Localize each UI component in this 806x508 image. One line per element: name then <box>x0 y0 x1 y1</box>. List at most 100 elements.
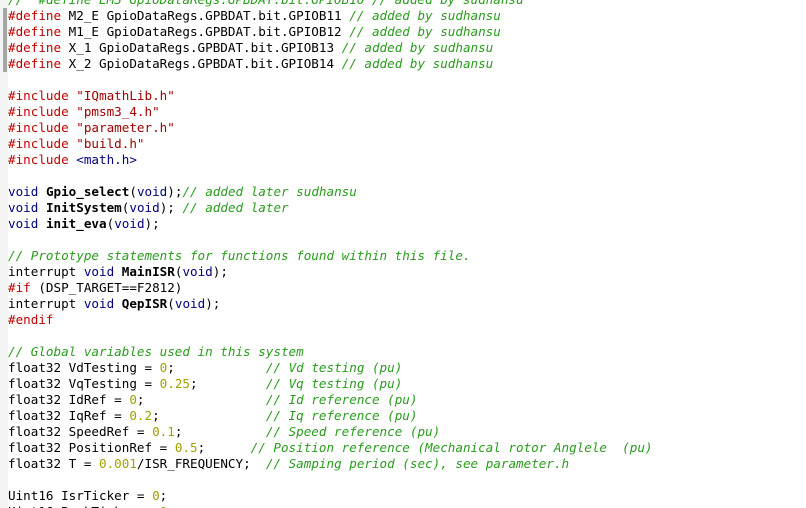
code-token: // Global variables used in this system <box>8 344 304 359</box>
code-token: // added by sudhansu <box>341 40 494 55</box>
code-token: ); <box>205 296 221 311</box>
code-token: float32 VdTesting = <box>8 360 160 375</box>
code-token: // Id reference (pu) <box>265 392 418 407</box>
line-change-marker <box>3 8 7 24</box>
code-token: float32 IqRef = <box>8 408 130 423</box>
code-token: #include <box>8 136 69 151</box>
code-token: ; <box>136 392 266 407</box>
code-token: // added later sudhansu <box>182 184 357 199</box>
code-line[interactable]: #define X_2 GpioDataRegs.GPBDAT.bit.GPIO… <box>8 56 493 72</box>
code-line[interactable]: Uint16 IsrTicker = 0; <box>8 488 167 504</box>
code-line[interactable]: #endif <box>8 312 54 328</box>
code-token: M1_E GpioDataRegs.GPBDAT.bit.GPIOB12 <box>61 24 350 39</box>
code-token: init_eva <box>45 216 107 231</box>
code-line[interactable]: // Global variables used in this system <box>8 344 304 360</box>
code-token: "pmsm3_4.h" <box>76 104 160 119</box>
code-token: #include <box>8 88 69 103</box>
code-token: InitSystem <box>45 200 122 215</box>
code-token: #include <box>8 120 69 135</box>
code-line[interactable]: float32 IdRef = 0; // Id reference (pu) <box>8 392 417 408</box>
code-token: void <box>182 264 213 279</box>
code-token: QepISR <box>121 296 168 311</box>
code-token: interrupt <box>8 264 84 279</box>
code-token: ); <box>167 184 183 199</box>
code-token: Uint16 BackTicker = <box>8 504 160 508</box>
code-token: ( <box>167 296 175 311</box>
code-token: /ISR_FREQUENCY; <box>136 456 266 471</box>
code-line[interactable]: #define X_1 GpioDataRegs.GPBDAT.bit.GPIO… <box>8 40 493 56</box>
code-token: // added by sudhansu <box>341 56 494 71</box>
code-line[interactable]: #define M1_E GpioDataRegs.GPBDAT.bit.GPI… <box>8 24 501 40</box>
code-line[interactable]: void InitSystem(void); // added later <box>8 200 289 216</box>
code-token: (DSP_TARGET==F2812) <box>30 280 183 295</box>
line-change-marker <box>3 40 7 56</box>
code-line[interactable]: void init_eva(void); <box>8 216 160 232</box>
code-token: ( <box>129 184 137 199</box>
code-line[interactable]: interrupt void MainISR(void); <box>8 264 228 280</box>
code-line[interactable]: float32 VdTesting = 0; // Vd testing (pu… <box>8 360 402 376</box>
editor-gutter <box>0 0 8 508</box>
code-token: // added by sudhansu <box>349 8 501 23</box>
code-token: // Samping period (sec), see parameter.h <box>265 456 570 471</box>
code-token: // Vq testing (pu) <box>265 376 403 391</box>
line-change-marker <box>3 56 7 72</box>
code-line[interactable]: float32 SpeedRef = 0.1; // Speed referen… <box>8 424 440 440</box>
code-token: // Iq reference (pu) <box>265 408 418 423</box>
code-token: #if <box>8 280 31 295</box>
code-token: float32 VqTesting = <box>8 376 160 391</box>
code-line[interactable]: float32 T = 0.001/ISR_FREQUENCY; // Samp… <box>8 456 569 472</box>
code-line[interactable]: float32 IqRef = 0.2; // Iq reference (pu… <box>8 408 417 424</box>
code-token: void <box>8 200 39 215</box>
code-token: "IQmathLib.h" <box>76 88 175 103</box>
code-token: "build.h" <box>76 136 145 151</box>
code-line[interactable]: #include "parameter.h" <box>8 120 175 136</box>
code-token: ); <box>144 216 160 231</box>
code-token: X_1 GpioDataRegs.GPBDAT.bit.GPIOB13 <box>61 40 342 55</box>
code-line[interactable]: interrupt void QepISR(void); <box>8 296 220 312</box>
code-token: float32 IdRef = <box>8 392 130 407</box>
code-token: // Vd testing (pu) <box>265 360 403 375</box>
code-line[interactable]: Uint16 BackTicker = 0; <box>8 504 175 508</box>
code-token: void <box>8 216 39 231</box>
code-line[interactable]: // Prototype statements for functions fo… <box>8 248 471 264</box>
code-token: #define <box>8 24 62 39</box>
code-token: float32 SpeedRef = <box>8 424 153 439</box>
code-line[interactable]: #define M2_E GpioDataRegs.GPBDAT.bit.GPI… <box>8 8 501 24</box>
code-token: Gpio_select <box>45 184 130 199</box>
code-line[interactable]: float32 VqTesting = 0.25; // Vq testing … <box>8 376 402 392</box>
line-change-marker <box>3 24 7 40</box>
code-line[interactable]: void Gpio_select(void);// added later su… <box>8 184 357 200</box>
code-token: void <box>83 264 115 279</box>
code-token: ; <box>159 488 168 503</box>
code-token: ); <box>212 264 228 279</box>
code-line[interactable]: // #define EMS GpioDataRegs.GPBDAT.bit.G… <box>8 0 524 8</box>
code-token: 0.5 <box>174 440 198 455</box>
code-token: 0 <box>129 392 137 407</box>
code-token: ; <box>167 504 175 508</box>
code-line[interactable]: #include "pmsm3_4.h" <box>8 104 160 120</box>
code-line[interactable]: #include "build.h" <box>8 136 145 152</box>
code-line[interactable]: float32 PositionRef = 0.5; // Position r… <box>8 440 653 456</box>
code-token: void <box>174 296 206 311</box>
code-line[interactable]: #include "IQmathLib.h" <box>8 88 175 104</box>
code-token: // Position reference (Mechanical rotor … <box>250 440 653 455</box>
code-token: float32 PositionRef = <box>8 440 175 455</box>
code-token: #define <box>8 40 62 55</box>
code-line[interactable]: #if (DSP_TARGET==F2812) <box>8 280 182 296</box>
code-token: ; <box>197 440 251 455</box>
code-line[interactable]: #include <math.h> <box>8 152 137 168</box>
code-token: MainISR <box>121 264 175 279</box>
code-editor[interactable]: // #define EMS GpioDataRegs.GPBDAT.bit.G… <box>0 0 806 508</box>
code-token: "parameter.h" <box>76 120 175 135</box>
code-token: 0.1 <box>152 424 175 439</box>
code-token: // added later <box>182 200 289 215</box>
code-token: void <box>114 216 145 231</box>
code-token: #define <box>8 8 62 23</box>
code-token: // Prototype statements for functions fo… <box>8 248 471 263</box>
code-token: // Speed reference (pu) <box>265 424 441 439</box>
